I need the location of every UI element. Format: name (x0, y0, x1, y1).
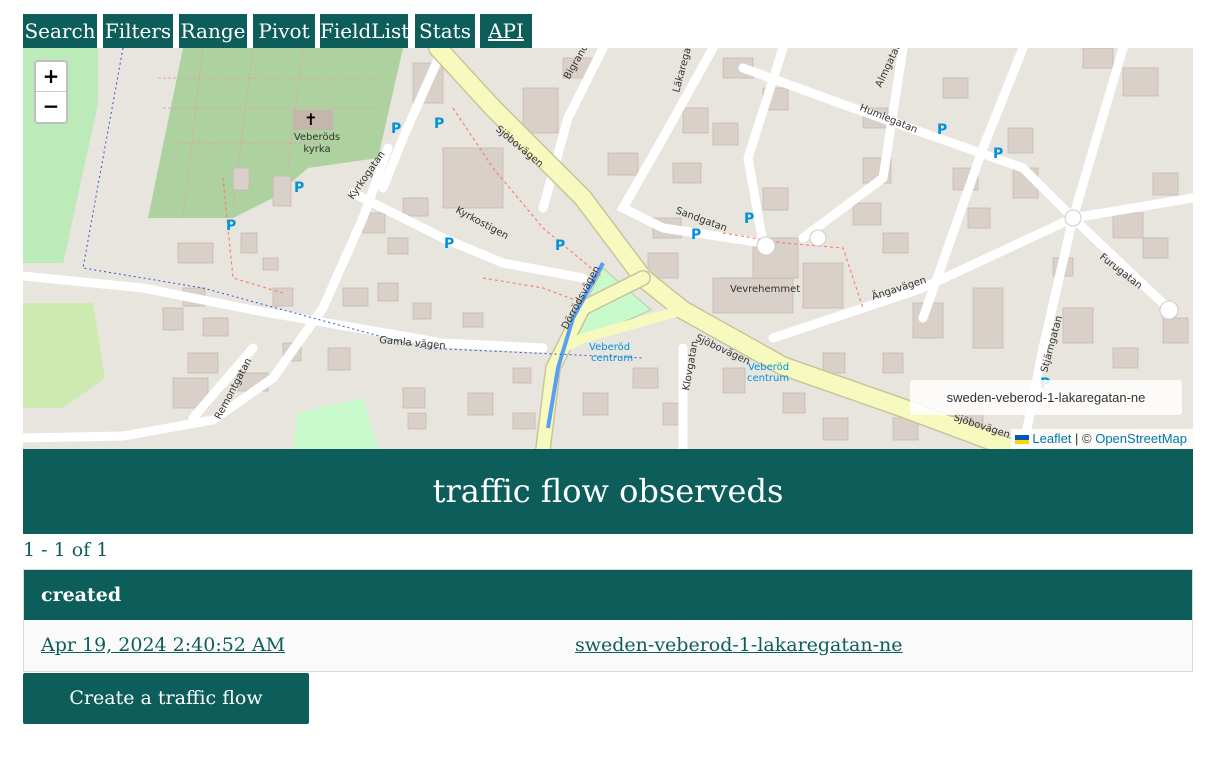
svg-text:centrum: centrum (591, 353, 633, 364)
created-link[interactable]: Apr 19, 2024 2:40:52 AM (41, 634, 285, 656)
svg-text:P: P (744, 211, 754, 227)
nav-search[interactable]: Search (23, 14, 97, 48)
leaflet-link[interactable]: Leaflet (1032, 431, 1071, 446)
svg-text:Veberöd: Veberöd (589, 342, 630, 353)
create-button[interactable]: Create a traffic flow observed (23, 673, 309, 760)
attribution-separator: | © (1071, 431, 1096, 446)
zoom-in-button[interactable]: + (36, 62, 66, 92)
nav-range[interactable]: Range (179, 14, 247, 48)
nav-fieldlist[interactable]: FieldList (320, 14, 409, 48)
name-cell: sweden-veberod-1-lakaregatan-ne (575, 620, 902, 671)
zoom-control: + − (34, 60, 68, 124)
svg-text:centrum: centrum (747, 373, 789, 384)
created-cell: Apr 19, 2024 2:40:52 AM (41, 620, 285, 671)
svg-text:P: P (937, 122, 947, 138)
nav-stats[interactable]: Stats (415, 14, 475, 48)
results-table: created Apr 19, 2024 2:40:52 AM sweden-v… (23, 569, 1193, 672)
map[interactable]: ✝ Veberöds kyrka P P P P P P P P P P Gam… (23, 48, 1193, 449)
ukraine-flag-icon (1015, 435, 1030, 444)
svg-text:Veberöds: Veberöds (294, 132, 340, 143)
marker-tooltip: sweden-veberod-1-lakaregatan-ne (910, 380, 1182, 415)
svg-text:kyrka: kyrka (303, 144, 330, 155)
svg-text:Vevrehemmet: Vevrehemmet (730, 284, 800, 295)
svg-text:P: P (294, 180, 304, 196)
result-count: 1 - 1 of 1 (23, 539, 109, 561)
svg-text:P: P (444, 236, 454, 252)
svg-text:✝: ✝ (304, 110, 317, 129)
svg-text:P: P (391, 121, 401, 137)
table-row: Apr 19, 2024 2:40:52 AM sweden-veberod-1… (24, 620, 1192, 671)
svg-text:P: P (993, 146, 1003, 162)
svg-text:P: P (555, 238, 565, 254)
column-header-created[interactable]: created (24, 570, 1192, 620)
svg-text:P: P (226, 218, 236, 234)
nav-pivot[interactable]: Pivot (253, 14, 315, 48)
map-attribution: Leaflet | © OpenStreetMap (1011, 429, 1193, 449)
zoom-out-button[interactable]: − (36, 92, 66, 121)
svg-text:P: P (691, 227, 701, 243)
svg-text:Veberöd: Veberöd (748, 362, 789, 373)
osm-link[interactable]: OpenStreetMap (1095, 431, 1187, 446)
record-link[interactable]: sweden-veberod-1-lakaregatan-ne (575, 634, 902, 656)
nav-api[interactable]: API (480, 14, 532, 48)
svg-text:P: P (434, 116, 444, 132)
page-title: traffic flow observeds (23, 449, 1193, 534)
nav-filters[interactable]: Filters (103, 14, 173, 48)
